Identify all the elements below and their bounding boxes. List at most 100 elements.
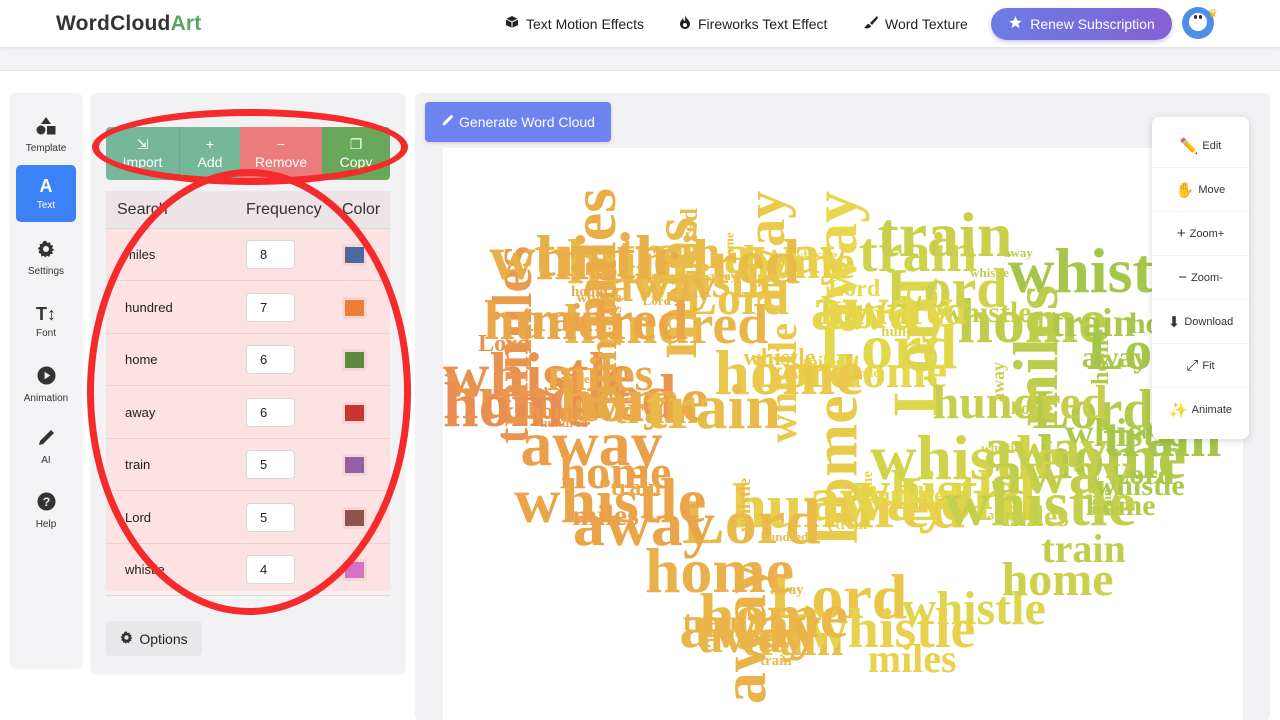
add-button[interactable]: + Add xyxy=(179,127,240,180)
renew-label: Renew Subscription xyxy=(1030,16,1155,32)
frequency-input[interactable]: 7 xyxy=(246,292,295,322)
frequency-input[interactable]: 6 xyxy=(246,345,295,374)
color-swatch[interactable] xyxy=(342,244,367,266)
cloud-word[interactable]: miles xyxy=(572,501,639,531)
remove-label: Remove xyxy=(254,154,308,170)
renew-subscription-button[interactable]: Renew Subscription xyxy=(991,8,1172,40)
nav-link-word-texture[interactable]: Word Texture xyxy=(864,15,968,32)
fit-button[interactable]: ⤢ Fit xyxy=(1152,344,1249,388)
sidebar-item-ai[interactable]: AI xyxy=(16,419,76,476)
sidebar-item-animation[interactable]: Animation xyxy=(16,356,76,413)
cloud-word[interactable]: home xyxy=(1002,556,1114,604)
nav-link-label: Word Texture xyxy=(885,15,968,32)
sidebar-item-label: Help xyxy=(35,518,57,530)
word-table-row[interactable]: hundred 7 xyxy=(106,282,390,334)
cloud-word[interactable]: train xyxy=(646,375,781,439)
word-cell[interactable]: miles xyxy=(125,247,155,262)
word-table-row[interactable]: miles 8 xyxy=(106,229,390,281)
edit-tool-button[interactable]: ✏️ Edit xyxy=(1152,124,1249,168)
sidebar-item-settings[interactable]: Settings xyxy=(16,230,76,287)
frequency-input[interactable]: 5 xyxy=(246,450,295,479)
sidebar-item-template[interactable]: Template xyxy=(16,107,76,164)
remove-button[interactable]: − Remove xyxy=(240,127,322,180)
cloud-word[interactable]: away xyxy=(1004,246,1033,259)
word-cell[interactable]: away xyxy=(125,405,155,420)
frequency-input[interactable]: 5 xyxy=(246,502,295,532)
canvas-tools-panel: ✏️ Edit ✋ Move + Zoom+ − Zoom- ⬇ Download ⤢ Fi… xyxy=(1152,117,1249,439)
download-button[interactable]: ⬇ Download xyxy=(1152,300,1249,344)
copy-label: Copy xyxy=(339,154,373,170)
gear-icon xyxy=(120,631,133,647)
animate-button[interactable]: ✨ Animate xyxy=(1152,388,1249,432)
generate-label: Generate Word Cloud xyxy=(459,114,595,130)
word-cell[interactable]: whistle xyxy=(125,562,165,577)
copy-button[interactable]: ❐ Copy xyxy=(322,127,390,180)
color-swatch[interactable] xyxy=(342,349,367,371)
frequency-input[interactable]: 6 xyxy=(246,397,295,427)
cloud-word[interactable]: train xyxy=(486,343,539,444)
color-swatch[interactable] xyxy=(342,506,367,529)
word-action-buttons: ⇲ Import + Add − Remove ❐ Copy xyxy=(106,127,390,180)
frequency-input[interactable]: 8 xyxy=(246,240,295,269)
font-size-icon: T↕ xyxy=(36,304,56,324)
cloud-word[interactable]: away xyxy=(770,583,803,598)
plus-icon: + xyxy=(1176,225,1186,242)
nav-link-fireworks-text-effect[interactable]: Fireworks Text Effect xyxy=(679,15,827,32)
word-cell[interactable]: Lord xyxy=(125,510,151,525)
cloud-word[interactable]: whistle xyxy=(1095,470,1185,501)
tool-label: Edit xyxy=(1202,139,1222,152)
canvas-area: Generate Word Cloud whistle hundred away ho… xyxy=(415,93,1270,720)
color-swatch[interactable] xyxy=(342,454,367,476)
zoom-out-button[interactable]: − Zoom- xyxy=(1152,256,1249,300)
import-button[interactable]: ⇲ Import xyxy=(106,127,179,180)
cloud-word[interactable]: hundred xyxy=(484,293,688,349)
cloud-word[interactable]: Lord xyxy=(827,294,914,335)
sidebar-item-help[interactable]: ? Help xyxy=(16,482,76,539)
sidebar-item-label: Template xyxy=(25,143,67,154)
import-label: Import xyxy=(122,154,163,170)
top-navbar: WordCloudArt Text Motion Effects Firewor… xyxy=(0,0,1280,48)
tool-label: Zoom+ xyxy=(1189,227,1225,240)
color-swatch[interactable] xyxy=(342,296,367,319)
sidebar-item-label: Settings xyxy=(27,266,65,277)
app-logo[interactable]: WordCloudArt xyxy=(56,12,202,36)
sidebar-item-label: Animation xyxy=(23,392,69,404)
word-table-row[interactable]: away 6 xyxy=(106,387,390,439)
cloud-word[interactable]: hundred xyxy=(932,378,1107,427)
cloud-word[interactable]: home xyxy=(860,471,876,506)
word-table: Search Frequency Color miles 8 hundred 7 hom… xyxy=(106,191,390,596)
play-icon xyxy=(36,365,56,389)
move-tool-button[interactable]: ✋ Move xyxy=(1152,168,1249,212)
pen-icon xyxy=(37,429,55,451)
options-button[interactable]: Options xyxy=(106,621,202,656)
word-table-row[interactable]: whistle 4 xyxy=(106,544,390,596)
color-column-header[interactable]: Color xyxy=(342,201,380,219)
zoom-in-button[interactable]: + Zoom+ xyxy=(1152,212,1249,256)
gear-icon xyxy=(37,240,55,262)
frequency-input[interactable]: 4 xyxy=(246,555,295,584)
word-cell[interactable]: train xyxy=(125,457,150,472)
word-table-row[interactable]: train 5 xyxy=(106,439,390,491)
word-cloud-canvas[interactable]: whistle hundred away home away miles whistle Lo… xyxy=(443,148,1243,720)
word-cell[interactable]: hundred xyxy=(125,300,173,315)
sidebar-item-font[interactable]: T↕ Font xyxy=(16,293,76,350)
cloud-word[interactable]: away xyxy=(679,593,821,658)
hand-icon: ✋ xyxy=(1175,181,1195,199)
color-swatch[interactable] xyxy=(342,559,367,581)
word-cell[interactable]: home xyxy=(125,352,158,367)
word-table-row[interactable]: home 6 xyxy=(106,334,390,386)
nav-link-label: Text Motion Effects xyxy=(526,15,645,32)
frequency-column-header[interactable]: Frequency xyxy=(246,201,322,219)
cloud-word[interactable]: train xyxy=(835,517,867,533)
download-icon: ⬇ xyxy=(1167,313,1181,331)
generate-word-cloud-button[interactable]: Generate Word Cloud xyxy=(425,102,611,142)
tool-sidebar: Template A Text Settings T↕ Font Animati… xyxy=(10,93,82,667)
sidebar-item-text[interactable]: A Text xyxy=(16,165,76,222)
word-table-row[interactable]: Lord 5 xyxy=(106,492,390,544)
cloud-word[interactable]: train xyxy=(1091,502,1123,518)
cloud-word[interactable]: miles xyxy=(868,639,957,679)
color-swatch[interactable] xyxy=(342,401,367,424)
nav-link-text-motion-effects[interactable]: Text Motion Effects xyxy=(505,15,644,32)
cloud-word[interactable]: miles xyxy=(1002,502,1069,532)
search-column-header[interactable]: Search xyxy=(117,201,168,219)
